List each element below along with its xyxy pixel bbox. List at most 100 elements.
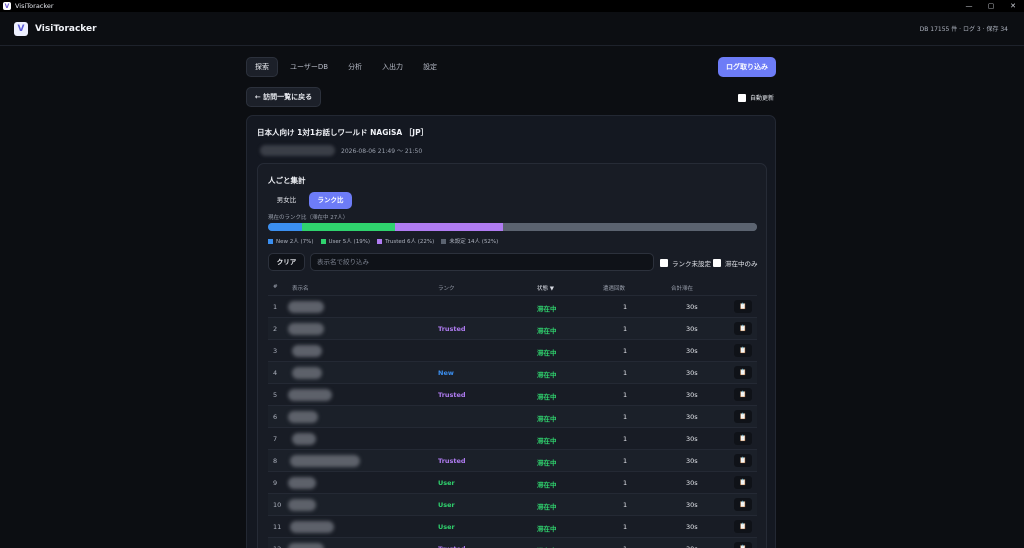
table-row[interactable]: 1 滞在中 1 30s 📋 (268, 295, 757, 317)
minimize-icon[interactable]: — (958, 0, 980, 12)
clipboard-icon[interactable]: 📋 (734, 300, 752, 313)
table-row[interactable]: 8 Trusted 滞在中 1 30s 📋 (268, 449, 757, 471)
blurred-display-name[interactable] (288, 301, 324, 313)
table-row[interactable]: 3 滞在中 1 30s 📋 (268, 339, 757, 361)
visit-time-range: 2026-08-06 21:49 〜 21:50 (341, 148, 423, 155)
total-stay: 30s (686, 369, 698, 377)
legend-unset-label: 未設定 14人 (52%) (449, 239, 499, 245)
clipboard-icon[interactable]: 📋 (734, 388, 752, 401)
legend-swatch-new (268, 239, 273, 244)
clipboard-icon[interactable]: 📋 (734, 454, 752, 467)
status-badge: 滞在中 (537, 437, 557, 445)
legend-user-label: User 5人 (19%) (328, 239, 371, 245)
unset-rank-checkbox[interactable] (660, 259, 668, 267)
legend-trusted-label: Trusted 6人 (22%) (385, 239, 435, 245)
tab-user-db[interactable]: ユーザーDB (282, 57, 336, 77)
table-row[interactable]: 11 User 滞在中 1 30s 📋 (268, 515, 757, 537)
tab-explore[interactable]: 探索 (246, 57, 278, 77)
clipboard-icon[interactable]: 📋 (734, 344, 752, 357)
main-nav: 探索 ユーザーDB 分析 入出力 設定 (246, 57, 445, 77)
blurred-display-name[interactable] (288, 411, 318, 423)
blurred-display-name[interactable] (292, 345, 322, 357)
blurred-display-name[interactable] (288, 323, 324, 335)
gender-ratio-toggle[interactable]: 男女比 (268, 192, 305, 209)
total-stay: 30s (686, 325, 698, 333)
table-row[interactable]: 4 New 滞在中 1 30s 📋 (268, 361, 757, 383)
col-rank[interactable]: ランク (438, 284, 455, 292)
table-row[interactable]: 12Trusted滞在中130s📋 (268, 537, 757, 548)
tab-import-export[interactable]: 入出力 (374, 57, 411, 77)
legend-swatch-user (320, 239, 326, 244)
app-icon: V (3, 2, 11, 10)
blurred-display-name[interactable] (292, 367, 322, 379)
staying-only-checkbox[interactable] (713, 259, 721, 267)
clipboard-icon[interactable]: 📋 (734, 410, 752, 423)
unset-rank-filter[interactable]: ランク未設定 (660, 258, 711, 268)
col-name[interactable]: 表示名 (292, 284, 309, 292)
logo-icon: V (14, 21, 28, 36)
blurred-display-name[interactable] (288, 543, 324, 548)
table-row[interactable]: 10 User 滞在中 1 30s 📋 (268, 493, 757, 515)
back-to-visits-button[interactable]: ← 訪問一覧に戻る (246, 87, 321, 107)
clipboard-icon[interactable]: 📋 (734, 498, 752, 511)
clipboard-icon[interactable]: 📋 (734, 476, 752, 489)
rank-bar-trusted (395, 223, 503, 231)
close-icon[interactable]: ✕ (1002, 0, 1024, 12)
blurred-display-name[interactable] (288, 389, 332, 401)
table-row[interactable]: 7 滞在中 1 30s 📋 (268, 427, 757, 449)
row-number: 5 (273, 391, 278, 399)
legend-user: User 5人 (19%) (320, 237, 371, 245)
table-row[interactable]: 5 Trusted 滞在中 1 30s 📋 (268, 383, 757, 405)
per-person-summary: 人ごと集計 男女比 ランク比 現在のランク比（滞在中 27人） New 2人 (… (257, 163, 767, 548)
maximize-icon[interactable]: ▢ (980, 0, 1002, 12)
col-total[interactable]: 合計滞在 (671, 284, 693, 292)
clear-filter-button[interactable]: クリア (268, 253, 305, 271)
auto-refresh-toggle[interactable]: 自動更新 (738, 93, 774, 102)
rank-bar-user (302, 223, 396, 231)
os-title-bar: V VisiToracker — ▢ ✕ (0, 0, 1024, 12)
blurred-display-name[interactable] (288, 477, 316, 489)
blurred-display-name[interactable] (290, 455, 360, 467)
rank-ratio-toggle[interactable]: ランク比 (309, 192, 352, 209)
row-number: 7 (273, 435, 278, 443)
staying-only-filter[interactable]: 滞在中のみ (713, 258, 758, 268)
total-stay: 30s (686, 501, 698, 509)
status-badge: 滞在中 (537, 305, 557, 313)
clipboard-icon[interactable]: 📋 (734, 366, 752, 379)
total-stay: 30s (686, 435, 698, 443)
clipboard-icon[interactable]: 📋 (734, 520, 752, 533)
import-log-button[interactable]: ログ取り込み (718, 57, 776, 77)
status-badge: 滞在中 (537, 393, 557, 401)
visit-count: 1 (623, 435, 628, 443)
rank-label: User (438, 479, 455, 487)
tab-analysis[interactable]: 分析 (340, 57, 370, 77)
blurred-display-name[interactable] (290, 521, 334, 533)
rank-label: Trusted (438, 457, 466, 465)
visit-count: 1 (623, 347, 628, 355)
legend-new-label: New 2人 (7%) (276, 239, 314, 245)
db-stats: DB 17155 件 · ログ 3 · 保存 34 (919, 26, 1008, 33)
status-badge: 滞在中 (537, 525, 557, 533)
clipboard-icon[interactable]: 📋 (734, 432, 752, 445)
blurred-host-name (260, 145, 335, 156)
clipboard-icon[interactable]: 📋 (734, 322, 752, 335)
col-num: # (273, 284, 278, 290)
blurred-display-name[interactable] (292, 433, 316, 445)
rank-ratio-bar (268, 223, 757, 231)
table-row[interactable]: 6 滞在中 1 30s 📋 (268, 405, 757, 427)
auto-refresh-checkbox[interactable] (738, 93, 746, 102)
status-badge: 滞在中 (537, 327, 557, 335)
blurred-display-name[interactable] (288, 499, 316, 511)
row-number: 8 (273, 457, 278, 465)
col-visits[interactable]: 遭遇回数 (603, 284, 625, 292)
col-status-sort[interactable]: 状態 ▼ (537, 284, 554, 292)
visit-count: 1 (623, 479, 628, 487)
table-row[interactable]: 2 Trusted 滞在中 1 30s 📋 (268, 317, 757, 339)
name-filter-input[interactable]: 表示名で絞り込み (310, 253, 654, 271)
total-stay: 30s (686, 523, 698, 531)
clipboard-icon[interactable]: 📋 (734, 542, 752, 548)
tab-settings[interactable]: 設定 (415, 57, 445, 77)
total-stay: 30s (686, 303, 698, 311)
table-row[interactable]: 9 User 滞在中 1 30s 📋 (268, 471, 757, 493)
row-number: 6 (273, 413, 278, 421)
